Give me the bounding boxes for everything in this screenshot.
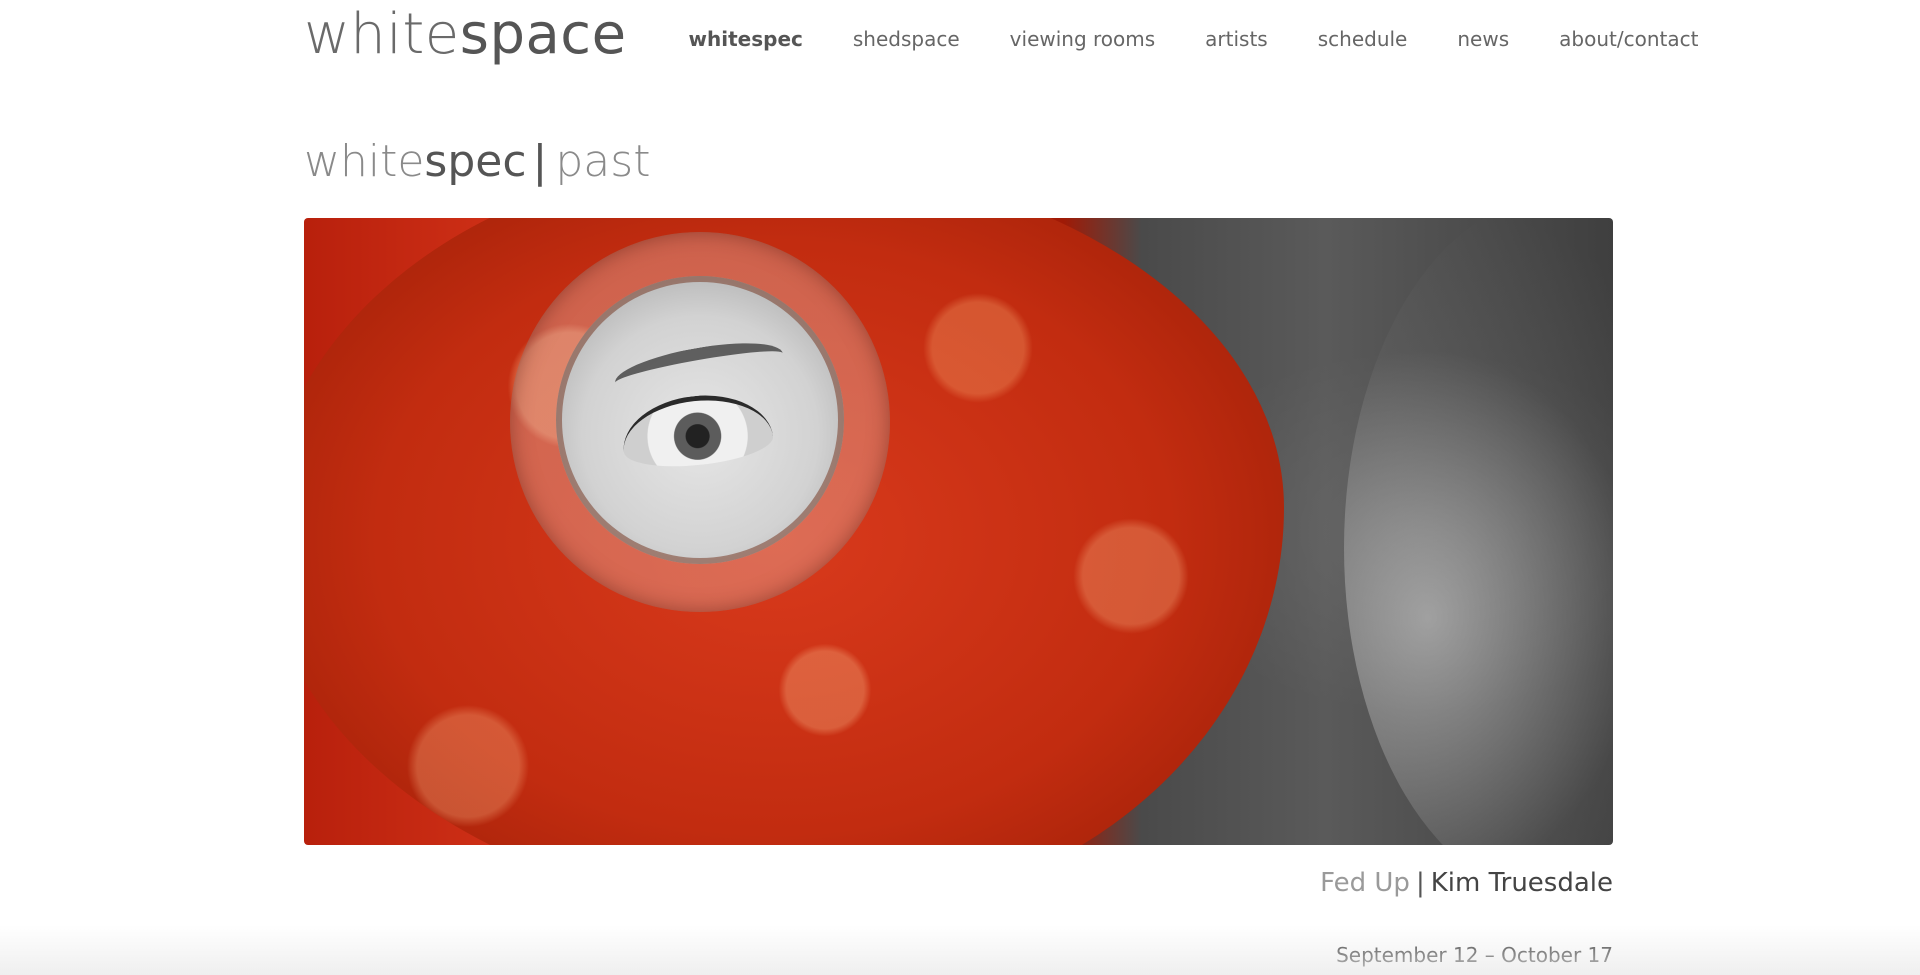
exhibition-artist: Kim Truesdale xyxy=(1430,868,1613,898)
exhibition-dates: September 12 – October 17 xyxy=(1336,943,1613,967)
page: white space whitespec shedspace viewing r… xyxy=(0,0,1920,975)
title-separator: | xyxy=(532,136,548,187)
nav-item-schedule[interactable]: schedule xyxy=(1318,27,1408,51)
nav-item-shedspace[interactable]: shedspace xyxy=(853,27,960,51)
logo-bold-text: space xyxy=(459,2,627,67)
exhibition-caption[interactable]: Fed Up | Kim Truesdale xyxy=(1320,870,1613,896)
nav-item-about-contact[interactable]: about/contact xyxy=(1559,27,1698,51)
site-logo[interactable]: white space xyxy=(304,7,627,63)
page-title: white spec | past xyxy=(304,140,650,184)
main-nav: whitespec shedspace viewing rooms artist… xyxy=(689,27,1749,51)
exhibition-hero-image[interactable] xyxy=(304,218,1613,845)
nav-item-news[interactable]: news xyxy=(1457,27,1509,51)
logo-light-text: white xyxy=(304,2,460,67)
title-light-text: white xyxy=(304,136,425,187)
nav-item-whitespec[interactable]: whitespec xyxy=(689,27,803,51)
exhibition-title: Fed Up xyxy=(1320,868,1410,898)
nav-item-artists[interactable]: artists xyxy=(1205,27,1268,51)
hero-hair-highlight xyxy=(1344,218,1613,845)
site-header: white space whitespec shedspace viewing r… xyxy=(304,0,1698,80)
caption-separator: | xyxy=(1415,868,1425,898)
bottom-fade xyxy=(0,925,1920,975)
nav-item-viewing-rooms[interactable]: viewing rooms xyxy=(1010,27,1156,51)
title-bold-text: spec xyxy=(424,136,527,187)
title-subtitle: past xyxy=(555,136,651,187)
